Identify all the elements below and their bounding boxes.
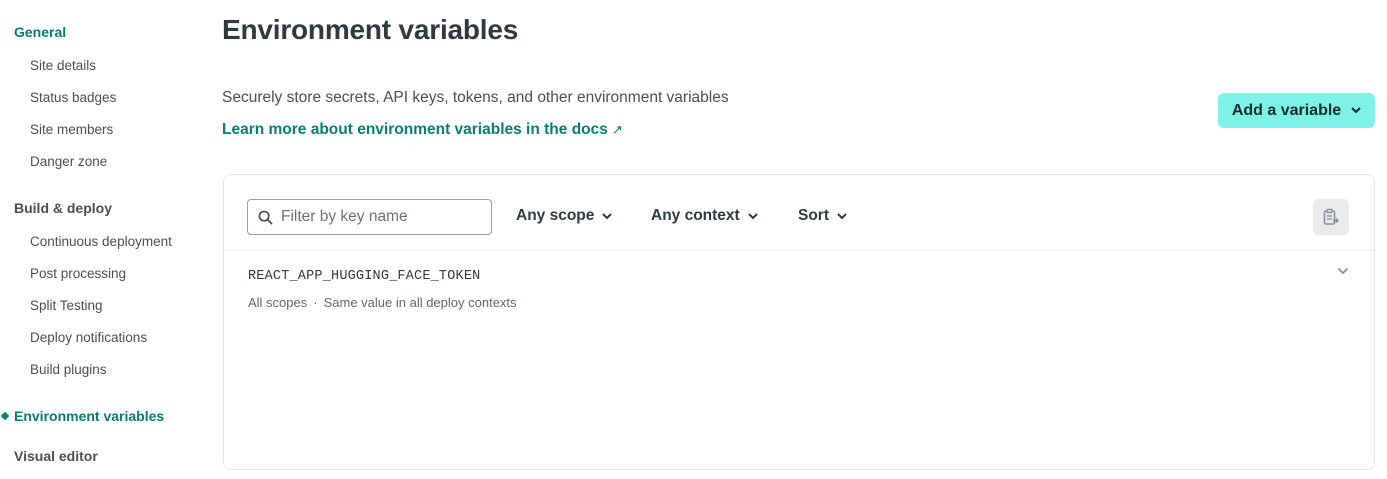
scope-dropdown-label: Any scope (516, 207, 595, 224)
variables-panel: Any scope Any context Sort REACT_APP_HUG… (223, 174, 1375, 470)
sidebar: General Site details Status badges Site … (0, 0, 210, 479)
page: General Site details Status badges Site … (0, 0, 1387, 479)
page-title: Environment variables (222, 14, 519, 45)
filter-field[interactable] (247, 199, 492, 235)
clipboard-icon (1323, 208, 1339, 225)
sidebar-item-build-plugins[interactable]: Build plugins (30, 362, 107, 377)
variable-key: REACT_APP_HUGGING_FACE_TOKEN (248, 269, 481, 284)
variable-scope: All scopes (248, 295, 308, 310)
sidebar-item-deploy-notifications[interactable]: Deploy notifications (30, 330, 147, 345)
chevron-down-icon (602, 212, 613, 219)
context-dropdown[interactable]: Any context (651, 207, 758, 225)
external-link-icon: ↗ (611, 122, 623, 137)
sort-dropdown-label: Sort (798, 207, 829, 224)
context-dropdown-label: Any context (651, 207, 740, 224)
sidebar-group-build-deploy[interactable]: Build & deploy (14, 200, 112, 216)
sidebar-item-environment-variables[interactable]: Environment variables (14, 408, 164, 424)
sidebar-item-status-badges[interactable]: Status badges (30, 90, 116, 105)
add-variable-button[interactable]: Add a variable (1218, 93, 1375, 128)
sidebar-item-continuous-deployment[interactable]: Continuous deployment (30, 234, 172, 249)
chevron-down-icon (837, 212, 847, 219)
sidebar-item-site-details[interactable]: Site details (30, 58, 96, 73)
chevron-down-icon[interactable] (1337, 267, 1349, 275)
chevron-down-icon (1351, 107, 1361, 114)
variable-row[interactable]: REACT_APP_HUGGING_FACE_TOKEN All scopes ·… (224, 251, 1374, 321)
docs-link[interactable]: Learn more about environment variables i… (222, 121, 623, 139)
sidebar-item-post-processing[interactable]: Post processing (30, 266, 126, 281)
scope-dropdown[interactable]: Any scope (516, 207, 613, 225)
variable-meta: All scopes · Same value in all deploy cont… (248, 295, 517, 310)
variable-contexts: Same value in all deploy contexts (323, 295, 517, 310)
sort-dropdown[interactable]: Sort (798, 207, 847, 225)
sidebar-group-visual-editor[interactable]: Visual editor (14, 448, 98, 464)
docs-link-label: Learn more about environment variables i… (222, 121, 608, 138)
filter-input[interactable] (281, 208, 481, 226)
sidebar-item-site-members[interactable]: Site members (30, 122, 113, 137)
page-description: Securely store secrets, API keys, tokens… (222, 89, 729, 106)
chevron-down-icon (748, 212, 758, 219)
add-variable-label: Add a variable (1231, 101, 1342, 119)
sidebar-item-split-testing[interactable]: Split Testing (30, 298, 103, 313)
sidebar-item-danger-zone[interactable]: Danger zone (30, 154, 107, 169)
sidebar-group-general[interactable]: General (14, 24, 66, 40)
import-variables-button[interactable] (1313, 199, 1349, 235)
active-indicator-icon (0, 411, 10, 421)
meta-separator: · (313, 295, 318, 310)
search-icon (258, 210, 273, 224)
